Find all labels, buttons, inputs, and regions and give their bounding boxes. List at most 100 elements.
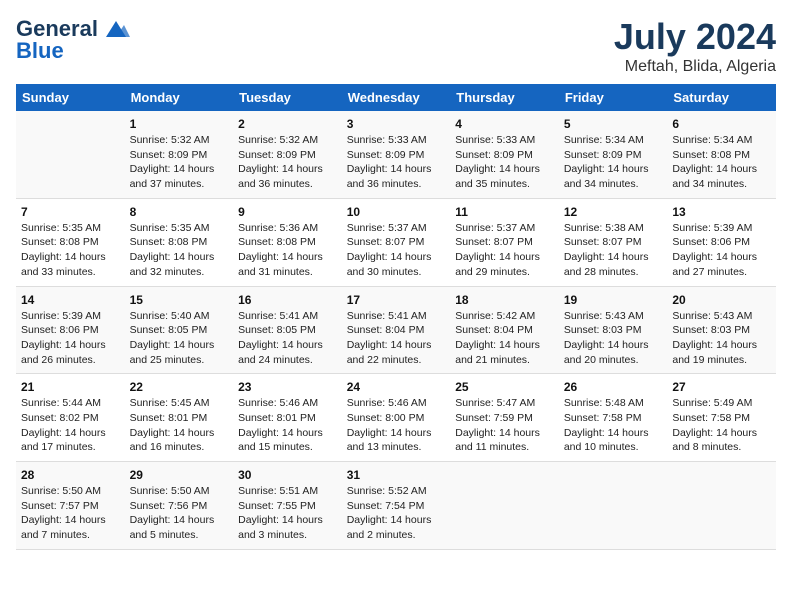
day-cell: 20 Sunrise: 5:43 AMSunset: 8:03 PMDayligh… [667, 286, 776, 374]
day-info: Sunrise: 5:35 AMSunset: 8:08 PMDaylight:… [130, 221, 229, 280]
day-info: Sunrise: 5:48 AMSunset: 7:58 PMDaylight:… [564, 396, 663, 455]
day-info: Sunrise: 5:37 AMSunset: 8:07 PMDaylight:… [455, 221, 554, 280]
day-number: 9 [238, 205, 337, 219]
day-number: 22 [130, 380, 229, 394]
day-cell: 3 Sunrise: 5:33 AMSunset: 8:09 PMDaylight… [342, 111, 451, 198]
day-cell: 14Sunrise: 5:39 AMSunset: 8:06 PMDayligh… [16, 286, 125, 374]
day-info: Sunrise: 5:50 AMSunset: 7:57 PMDaylight:… [21, 484, 120, 543]
day-cell: 13Sunrise: 5:39 AMSunset: 8:06 PMDayligh… [667, 198, 776, 286]
day-cell: 19Sunrise: 5:43 AMSunset: 8:03 PMDayligh… [559, 286, 668, 374]
day-cell: 16 Sunrise: 5:41 AMSunset: 8:05 PMDayligh… [233, 286, 342, 374]
day-number: 17 [347, 293, 446, 307]
day-cell [450, 462, 559, 550]
day-info: Sunrise: 5:51 AMSunset: 7:55 PMDaylight:… [238, 484, 337, 543]
day-number: 26 [564, 380, 663, 394]
day-info: Sunrise: 5:52 AMSunset: 7:54 PMDaylight:… [347, 484, 446, 543]
day-cell: 10Sunrise: 5:37 AMSunset: 8:07 PMDayligh… [342, 198, 451, 286]
col-wednesday: Wednesday [342, 84, 451, 111]
week-row-3: 14Sunrise: 5:39 AMSunset: 8:06 PMDayligh… [16, 286, 776, 374]
day-number: 29 [130, 468, 229, 482]
day-cell: 21Sunrise: 5:44 AMSunset: 8:02 PMDayligh… [16, 374, 125, 462]
day-cell: 15 Sunrise: 5:40 AMSunset: 8:05 PMDayligh… [125, 286, 234, 374]
day-number: 4 [455, 117, 554, 131]
day-number: 13 [672, 205, 771, 219]
day-info: Sunrise: 5:33 AMSunset: 8:09 PMDaylight:… [455, 133, 554, 192]
day-cell: 12 Sunrise: 5:38 AMSunset: 8:07 PMDayligh… [559, 198, 668, 286]
day-info: Sunrise: 5:43 AMSunset: 8:03 PMDaylight:… [672, 309, 771, 368]
day-number: 20 [672, 293, 771, 307]
day-number: 25 [455, 380, 554, 394]
col-saturday: Saturday [667, 84, 776, 111]
day-info: Sunrise: 5:49 AMSunset: 7:58 PMDaylight:… [672, 396, 771, 455]
title-block: July 2024 Meftah, Blida, Algeria [614, 16, 776, 76]
day-number: 28 [21, 468, 120, 482]
day-info: Sunrise: 5:40 AMSunset: 8:05 PMDaylight:… [130, 309, 229, 368]
day-number: 18 [455, 293, 554, 307]
day-info: Sunrise: 5:38 AMSunset: 8:07 PMDaylight:… [564, 221, 663, 280]
day-cell: 26 Sunrise: 5:48 AMSunset: 7:58 PMDayligh… [559, 374, 668, 462]
day-cell: 5 Sunrise: 5:34 AMSunset: 8:09 PMDaylight… [559, 111, 668, 198]
day-number: 10 [347, 205, 446, 219]
day-number: 3 [347, 117, 446, 131]
week-row-1: 1 Sunrise: 5:32 AMSunset: 8:09 PMDaylight… [16, 111, 776, 198]
day-info: Sunrise: 5:34 AMSunset: 8:08 PMDaylight:… [672, 133, 771, 192]
day-info: Sunrise: 5:39 AMSunset: 8:06 PMDaylight:… [21, 309, 120, 368]
day-cell: 30 Sunrise: 5:51 AMSunset: 7:55 PMDayligh… [233, 462, 342, 550]
day-info: Sunrise: 5:46 AMSunset: 8:00 PMDaylight:… [347, 396, 446, 455]
day-number: 27 [672, 380, 771, 394]
day-number: 15 [130, 293, 229, 307]
day-number: 19 [564, 293, 663, 307]
day-number: 1 [130, 117, 229, 131]
col-thursday: Thursday [450, 84, 559, 111]
day-number: 2 [238, 117, 337, 131]
day-info: Sunrise: 5:50 AMSunset: 7:56 PMDaylight:… [130, 484, 229, 543]
day-cell: 25 Sunrise: 5:47 AMSunset: 7:59 PMDayligh… [450, 374, 559, 462]
calendar-table: Sunday Monday Tuesday Wednesday Thursday… [16, 84, 776, 550]
day-number: 7 [21, 205, 120, 219]
day-cell: 22Sunrise: 5:45 AMSunset: 8:01 PMDayligh… [125, 374, 234, 462]
day-info: Sunrise: 5:32 AMSunset: 8:09 PMDaylight:… [130, 133, 229, 192]
col-sunday: Sunday [16, 84, 125, 111]
day-number: 6 [672, 117, 771, 131]
day-cell: 24 Sunrise: 5:46 AMSunset: 8:00 PMDayligh… [342, 374, 451, 462]
day-number: 24 [347, 380, 446, 394]
day-info: Sunrise: 5:41 AMSunset: 8:04 PMDaylight:… [347, 309, 446, 368]
day-cell: 6 Sunrise: 5:34 AMSunset: 8:08 PMDaylight… [667, 111, 776, 198]
day-info: Sunrise: 5:34 AMSunset: 8:09 PMDaylight:… [564, 133, 663, 192]
day-cell: 31Sunrise: 5:52 AMSunset: 7:54 PMDayligh… [342, 462, 451, 550]
week-row-4: 21Sunrise: 5:44 AMSunset: 8:02 PMDayligh… [16, 374, 776, 462]
day-number: 11 [455, 205, 554, 219]
page-header: General Blue July 2024 Meftah, Blida, Al… [16, 16, 776, 76]
day-cell: 1 Sunrise: 5:32 AMSunset: 8:09 PMDaylight… [125, 111, 234, 198]
day-info: Sunrise: 5:41 AMSunset: 8:05 PMDaylight:… [238, 309, 337, 368]
day-cell [667, 462, 776, 550]
day-cell: 18 Sunrise: 5:42 AMSunset: 8:04 PMDayligh… [450, 286, 559, 374]
logo-icon [102, 19, 130, 39]
col-friday: Friday [559, 84, 668, 111]
week-row-5: 28 Sunrise: 5:50 AMSunset: 7:57 PMDayligh… [16, 462, 776, 550]
day-cell: 2Sunrise: 5:32 AMSunset: 8:09 PMDaylight… [233, 111, 342, 198]
day-info: Sunrise: 5:36 AMSunset: 8:08 PMDaylight:… [238, 221, 337, 280]
day-info: Sunrise: 5:35 AMSunset: 8:08 PMDaylight:… [21, 221, 120, 280]
logo: General Blue [16, 16, 130, 64]
day-number: 23 [238, 380, 337, 394]
day-number: 8 [130, 205, 229, 219]
day-cell: 28 Sunrise: 5:50 AMSunset: 7:57 PMDayligh… [16, 462, 125, 550]
header-row: Sunday Monday Tuesday Wednesday Thursday… [16, 84, 776, 111]
day-cell: 4 Sunrise: 5:33 AMSunset: 8:09 PMDaylight… [450, 111, 559, 198]
day-info: Sunrise: 5:42 AMSunset: 8:04 PMDaylight:… [455, 309, 554, 368]
day-number: 30 [238, 468, 337, 482]
day-info: Sunrise: 5:33 AMSunset: 8:09 PMDaylight:… [347, 133, 446, 192]
week-row-2: 7 Sunrise: 5:35 AMSunset: 8:08 PMDaylight… [16, 198, 776, 286]
day-cell [559, 462, 668, 550]
day-cell: 17 Sunrise: 5:41 AMSunset: 8:04 PMDayligh… [342, 286, 451, 374]
col-monday: Monday [125, 84, 234, 111]
day-info: Sunrise: 5:47 AMSunset: 7:59 PMDaylight:… [455, 396, 554, 455]
day-number: 12 [564, 205, 663, 219]
day-cell: 29 Sunrise: 5:50 AMSunset: 7:56 PMDayligh… [125, 462, 234, 550]
day-info: Sunrise: 5:46 AMSunset: 8:01 PMDaylight:… [238, 396, 337, 455]
day-cell [16, 111, 125, 198]
day-number: 5 [564, 117, 663, 131]
calendar-subtitle: Meftah, Blida, Algeria [614, 58, 776, 76]
day-number: 16 [238, 293, 337, 307]
